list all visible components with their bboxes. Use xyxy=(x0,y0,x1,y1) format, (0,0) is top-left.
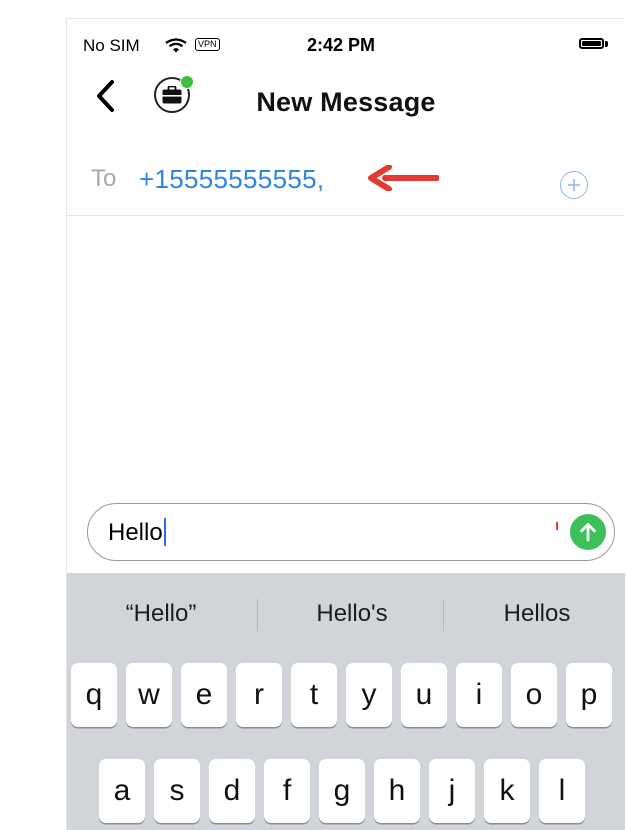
key-d[interactable]: d xyxy=(209,759,255,823)
wifi-icon xyxy=(165,38,187,58)
message-text: Hello xyxy=(108,517,166,547)
text-caret xyxy=(163,517,166,546)
battery-nub xyxy=(605,41,608,47)
suggestion-item[interactable]: Hello's xyxy=(282,600,422,628)
key-h[interactable]: h xyxy=(374,759,420,823)
key-k[interactable]: k xyxy=(484,759,530,823)
key-f[interactable]: f xyxy=(264,759,310,823)
navigation-bar: New Message xyxy=(67,67,625,139)
phone-screen: No SIM VPN 2:42 PM New Message To +15555… xyxy=(66,18,625,830)
key-t[interactable]: t xyxy=(291,663,337,727)
suggestion-divider xyxy=(443,599,444,631)
add-contact-icon[interactable] xyxy=(560,171,588,199)
key-l[interactable]: l xyxy=(539,759,585,823)
key-j[interactable]: j xyxy=(429,759,475,823)
vpn-badge: VPN xyxy=(195,38,220,51)
battery-icon xyxy=(579,38,604,49)
carrier-label: No SIM xyxy=(83,36,140,55)
keyboard: “Hello” Hello's Hellos q w e r t y u i o… xyxy=(67,573,625,830)
to-label: To xyxy=(91,165,117,192)
suggestion-item[interactable]: “Hello” xyxy=(91,600,231,628)
suggestion-item[interactable]: Hellos xyxy=(472,600,602,628)
key-g[interactable]: g xyxy=(319,759,365,823)
recipient-row[interactable]: To +15555555555, xyxy=(67,141,625,216)
key-y[interactable]: y xyxy=(346,663,392,727)
recipient-field[interactable]: +15555555555, xyxy=(139,164,324,195)
suggestion-divider xyxy=(257,599,258,631)
key-e[interactable]: e xyxy=(181,663,227,727)
message-text-value: Hello xyxy=(108,519,163,546)
page-title: New Message xyxy=(256,87,436,117)
suggestion-bar: “Hello” Hello's Hellos xyxy=(67,573,625,649)
status-bar: No SIM VPN 2:42 PM xyxy=(67,19,625,67)
key-i[interactable]: i xyxy=(456,663,502,727)
key-o[interactable]: o xyxy=(511,663,557,727)
message-input[interactable]: Hello xyxy=(87,503,615,561)
key-u[interactable]: u xyxy=(401,663,447,727)
key-q[interactable]: q xyxy=(71,663,117,727)
send-arrow-icon[interactable] xyxy=(570,514,606,550)
key-r[interactable]: r xyxy=(236,663,282,727)
red-arrow-annotation-icon xyxy=(367,164,440,196)
key-p[interactable]: p xyxy=(566,663,612,727)
key-a[interactable]: a xyxy=(99,759,145,823)
status-time: 2:42 PM xyxy=(307,35,376,55)
key-s[interactable]: s xyxy=(154,759,200,823)
key-w[interactable]: w xyxy=(126,663,172,727)
annotation-mark xyxy=(556,522,558,530)
